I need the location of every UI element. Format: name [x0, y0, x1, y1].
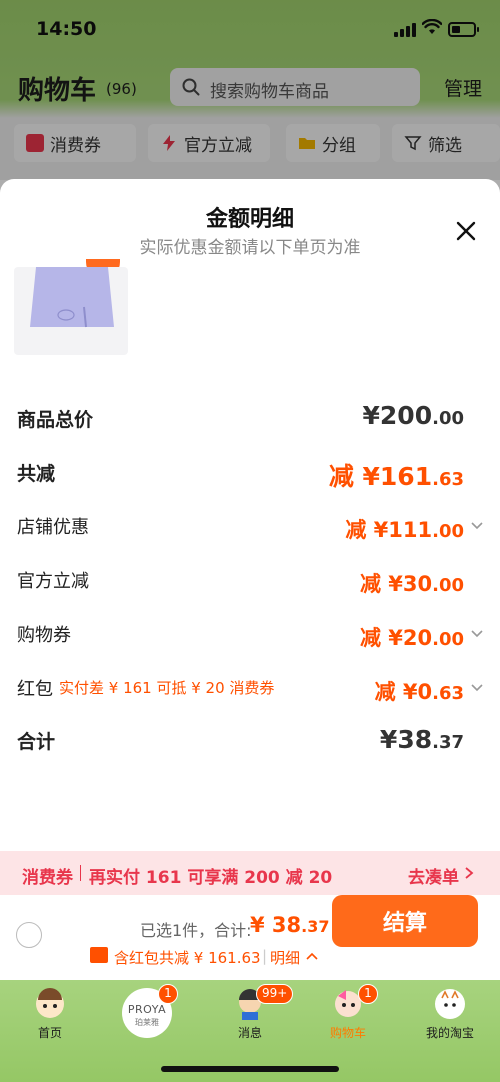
product-thumbnail[interactable] — [14, 267, 128, 355]
shop-discount-label: 店铺优惠 — [17, 517, 89, 538]
reduce-value: 减 ¥161.63 — [328, 462, 464, 491]
chevron-right-icon[interactable] — [464, 867, 474, 879]
tab-badge: 99+ — [256, 984, 294, 1004]
checkout-bar: 已选1件，合计: ¥ 38.37 含红包共减 ¥ 161.63 | 明细 结算 — [0, 895, 500, 981]
detail-toggle[interactable]: 明细 — [270, 947, 300, 968]
tab-label: 首页 — [37, 1026, 62, 1040]
tab-label: 消息 — [237, 1026, 262, 1040]
coupon-value[interactable]: 减 ¥20.00 — [360, 622, 464, 652]
tab-label: 购物车 — [329, 1026, 366, 1040]
promo-text: 再实付 161 可享满 200 减 20 — [89, 868, 333, 888]
profile-icon — [435, 989, 465, 1019]
shop-discount-value[interactable]: 减 ¥111.00 — [345, 514, 464, 544]
chevron-down-icon[interactable] — [470, 627, 484, 641]
discount-summary: 含红包共减 ¥ 161.63 — [114, 949, 261, 967]
redpack-icon — [90, 947, 108, 963]
chevron-up-icon[interactable] — [306, 951, 318, 961]
tab-my-taobao[interactable]: 我的淘宝 — [410, 980, 490, 1050]
divider: | — [262, 947, 268, 965]
selected-count: 已选1件，合计: — [140, 921, 252, 940]
total-label: 商品总价 — [17, 409, 94, 431]
amount-detail-sheet: 金额明细 实际优惠金额请以下单页为准 商品总价 ¥200.00 共减 减 ¥16… — [0, 179, 500, 1082]
sum-value: ¥38.37 — [379, 725, 464, 754]
sum-label: 合计 — [17, 731, 56, 753]
redpack-note: 实付差 ¥ 161 可抵 ¥ 20 消费券 — [59, 679, 275, 697]
promo-divider — [80, 865, 81, 881]
tab-cart[interactable]: 1 购物车 — [308, 980, 388, 1050]
home-icon — [36, 988, 64, 1018]
redpack-label: 红包 — [17, 679, 53, 700]
brand-name: PROYA — [127, 1003, 167, 1016]
home-indicator — [161, 1066, 339, 1072]
chevron-down-icon[interactable] — [470, 519, 484, 533]
coupon-label: 购物券 — [17, 625, 71, 646]
add-more-link[interactable]: 去凑单 — [408, 863, 459, 888]
official-discount-value: 减 ¥30.00 — [359, 572, 464, 596]
official-discount-label: 官方立减 — [17, 571, 89, 592]
skirt-image — [30, 267, 114, 328]
tab-brand[interactable]: PROYA 珀莱雅 1 — [108, 980, 188, 1050]
promo-tag: 消费券 — [22, 868, 73, 888]
checkout-total: ¥ 38.37 — [250, 913, 330, 937]
reduce-label: 共减 — [17, 463, 56, 485]
brand-name-cn: 珀莱雅 — [135, 1018, 159, 1027]
sheet-title: 金额明细 — [205, 207, 294, 232]
sheet-subtitle: 实际优惠金额请以下单页为准 — [139, 238, 361, 258]
checkout-button[interactable]: 结算 — [332, 895, 478, 947]
coupon-promo-bar[interactable]: 消费券 再实付 161 可享满 200 减 20 去凑单 — [0, 851, 500, 895]
close-icon[interactable] — [454, 219, 478, 243]
tab-badge: 1 — [358, 984, 378, 1004]
total-value: ¥200.00 — [362, 401, 464, 430]
tab-messages[interactable]: 99+ 消息 — [210, 980, 294, 1050]
tab-label: 我的淘宝 — [425, 1026, 474, 1040]
redpack-value[interactable]: 减 ¥0.63 — [375, 676, 464, 706]
select-all-checkbox[interactable] — [16, 922, 42, 948]
tab-badge: 1 — [158, 984, 178, 1004]
tab-home[interactable]: 首页 — [10, 980, 90, 1050]
chevron-down-icon[interactable] — [470, 681, 484, 695]
